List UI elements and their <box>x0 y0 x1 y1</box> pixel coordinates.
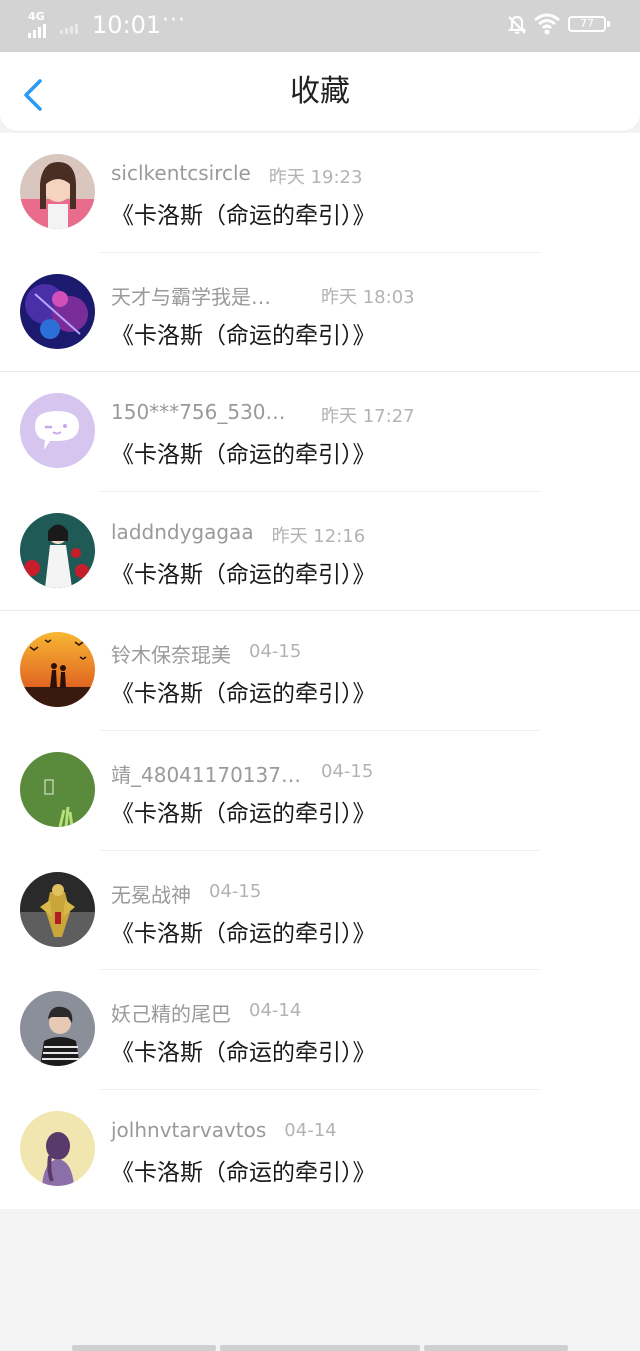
home-indicator <box>424 1345 568 1351</box>
user-name: 天才与霸学我是… <box>111 284 271 309</box>
timestamp: 04-15 <box>249 641 302 663</box>
user-name: 无冕战神 <box>111 882 191 907</box>
list-item[interactable]: 天才与霸学我是… 昨天 18:03 《卡洛斯（命运的牵引）》 <box>0 253 640 373</box>
item-meta: siclkentcsircle 昨天 19:23 <box>111 161 362 189</box>
list-item[interactable]: 150***756_530… 昨天 17:27 《卡洛斯（命运的牵引）》 <box>0 372 640 492</box>
avatar[interactable] <box>20 512 95 588</box>
user-name: siclkentcsircle <box>111 161 251 185</box>
timestamp: 昨天 12:16 <box>271 525 366 547</box>
item-meta: 150***756_530… 昨天 17:27 <box>111 400 415 428</box>
item-meta: laddndygagaa 昨天 12:16 <box>111 520 365 548</box>
book-title: 《卡洛斯（命运的牵引）》 <box>111 1040 376 1067</box>
user-name: 靖_48041170137… <box>111 762 301 787</box>
list-item[interactable]: 无冕战神 04-15 《卡洛斯（命运的牵引）》 <box>0 851 640 971</box>
nav-bar: 收藏 <box>0 52 640 132</box>
book-title: 《卡洛斯（命运的牵引）》 <box>111 920 376 947</box>
user-name: 妖己精的尾巴 <box>111 1002 231 1027</box>
list-item[interactable]: 妖己精的尾巴 04-14 《卡洛斯（命运的牵引）》 <box>0 970 640 1090</box>
book-title: 《卡洛斯（命运的牵引）》 <box>111 681 376 708</box>
second-signal-icon <box>60 24 78 34</box>
timestamp: 04-15 <box>209 880 262 902</box>
item-meta: 靖_48041170137… 04-15 <box>111 759 373 787</box>
avatar[interactable] <box>20 991 95 1067</box>
list-item[interactable]: laddndygagaa 昨天 12:16 《卡洛斯（命运的牵引）》 <box>0 492 640 612</box>
avatar[interactable] <box>20 1110 95 1186</box>
book-title: 《卡洛斯（命运的牵引）》 <box>111 800 376 827</box>
item-meta: 铃木保奈琨美 04-15 <box>111 639 301 667</box>
book-title: 《卡洛斯（命运的牵引）》 <box>111 561 376 588</box>
timestamp: 昨天 19:23 <box>268 167 363 188</box>
user-name: laddndygagaa <box>111 519 254 544</box>
book-title: 《卡洛斯（命运的牵引）》 <box>111 1159 376 1186</box>
home-indicator <box>220 1345 420 1351</box>
item-meta: 无冕战神 04-15 <box>111 879 261 907</box>
list-item[interactable]: 铃木保奈琨美 04-15 《卡洛斯（命运的牵引）》 <box>0 611 640 731</box>
list-item[interactable]: 靖_48041170137… 04-15 《卡洛斯（命运的牵引）》 <box>0 731 640 851</box>
avatar[interactable] <box>20 871 95 947</box>
item-meta: jolhnvtarvavtos 04-14 <box>111 1118 337 1146</box>
book-title: 《卡洛斯（命运的牵引）》 <box>111 203 376 229</box>
avatar[interactable] <box>20 751 95 827</box>
silent-bell-icon <box>507 15 527 34</box>
home-indicator <box>72 1345 216 1351</box>
book-title: 《卡洛斯（命运的牵引）》 <box>111 442 376 469</box>
book-title: 《卡洛斯（命运的牵引）》 <box>111 322 376 349</box>
timestamp: 04-14 <box>249 1000 302 1022</box>
network-type: 4G <box>28 10 45 23</box>
battery-icon: 77 <box>568 16 610 32</box>
user-name: 150***756_530… <box>111 400 286 425</box>
page-title: 收藏 <box>290 74 350 109</box>
item-meta: 天才与霸学我是… 昨天 18:03 <box>111 281 415 309</box>
timestamp: 昨天 17:27 <box>321 406 415 428</box>
avatar[interactable] <box>20 632 95 708</box>
list-item[interactable]: siclkentcsircle 昨天 19:23 《卡洛斯（命运的牵引）》 <box>0 133 640 253</box>
signal-icon: 4G <box>28 10 58 38</box>
timestamp: 昨天 18:03 <box>321 286 415 308</box>
favorites-list: siclkentcsircle 昨天 19:23 《卡洛斯（命运的牵引）》 天才与… <box>0 133 640 1210</box>
user-name: jolhnvtarvavtos <box>111 1117 267 1142</box>
timestamp: 04-14 <box>284 1119 337 1141</box>
clock: 10:01 <box>92 11 162 39</box>
avatar[interactable] <box>20 154 95 229</box>
user-name: 铃木保奈琨美 <box>111 643 231 668</box>
avatar[interactable] <box>20 393 95 469</box>
avatar[interactable] <box>20 273 95 349</box>
status-bar: 4G 10:01 ··· 77 <box>0 0 640 52</box>
wifi-icon <box>534 13 560 35</box>
item-meta: 妖己精的尾巴 04-14 <box>111 998 301 1026</box>
more-notifications-icon: ··· <box>162 8 186 33</box>
timestamp: 04-15 <box>321 760 374 782</box>
list-item[interactable]: jolhnvtarvavtos 04-14 《卡洛斯（命运的牵引）》 <box>0 1090 640 1210</box>
